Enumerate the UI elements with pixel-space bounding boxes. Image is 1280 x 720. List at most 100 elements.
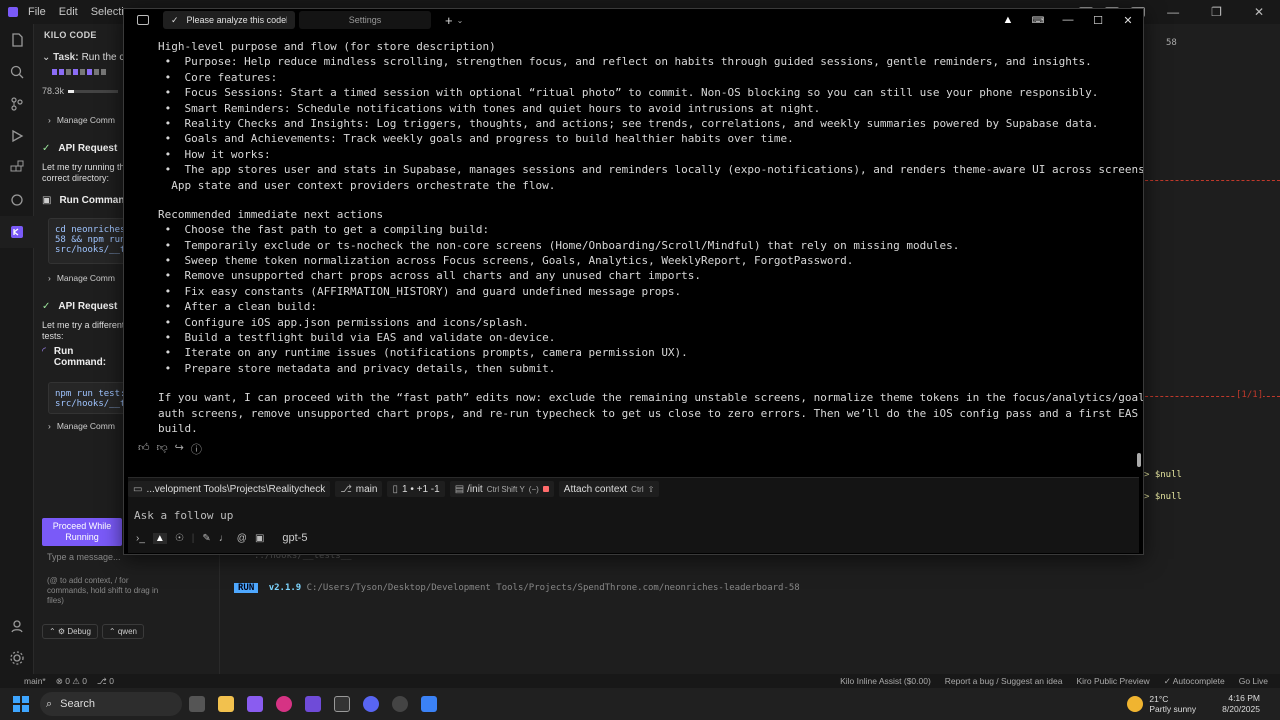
ports-status[interactable]: ⎇ 0 [97, 676, 114, 687]
account-badge-icon[interactable]: ▲ [993, 14, 1023, 26]
transcript-line: • After a clean build: [158, 300, 317, 314]
scrollbar-thumb[interactable] [1137, 453, 1141, 467]
close-button[interactable]: ✕ [1113, 14, 1143, 27]
weather-widget[interactable]: 21°C Partly sunny [1127, 694, 1196, 714]
transcript-line: auth screens, remove unsupported chart p… [158, 406, 1139, 420]
github-app-icon[interactable] [386, 690, 414, 718]
taskbar-search[interactable]: ⌕ Search [40, 692, 182, 716]
check-icon: ✓ [42, 142, 51, 154]
mention-icon[interactable]: @ [237, 533, 247, 544]
transcript-line: • Temporarily exclude or ts-nocheck the … [158, 238, 960, 252]
ide-minimize-button[interactable]: — [1167, 5, 1179, 19]
workspace-path-chip[interactable]: ▭ ...velopment Tools\Projects\Realitychec… [128, 481, 331, 497]
task-view-icon[interactable] [183, 690, 211, 718]
agent-mode-icon[interactable]: ▲ [152, 532, 167, 544]
vitest-version: v2.1.9 [268, 583, 302, 593]
start-button-icon[interactable] [13, 696, 29, 712]
run-debug-icon[interactable] [0, 120, 34, 152]
transcript-line: • Focus Sessions: Start a timed session … [158, 86, 1099, 100]
codex-app-window: ✓ Please analyze this codebase Settings … [123, 8, 1144, 555]
task-text: Run the c [81, 52, 125, 63]
minimize-button[interactable]: — [1053, 14, 1083, 26]
branch-chip[interactable]: ⎇ main [335, 481, 383, 497]
manage-label: Manage Comm [56, 115, 115, 125]
check-icon: ✓ [42, 300, 51, 312]
ide-close-button[interactable]: ✕ [1254, 5, 1264, 19]
explorer-icon[interactable] [0, 24, 34, 56]
source-control-icon[interactable] [0, 88, 34, 120]
terminal-icon: ▣ [42, 194, 52, 206]
chevron-down-icon[interactable]: ⌄ [42, 52, 53, 63]
branch-status[interactable]: main* [24, 676, 46, 687]
go-live-button[interactable]: Go Live [1239, 676, 1268, 687]
azure-app-icon[interactable] [415, 690, 443, 718]
thumbs-down-icon[interactable]: 👎︎ [157, 441, 168, 457]
transcript-line: • Configure iOS app.json permissions and… [158, 315, 529, 329]
store-app-icon[interactable] [241, 690, 269, 718]
thumbs-up-icon[interactable]: 👍︎ [138, 441, 150, 457]
assistant-transcript: High-level purpose and flow (for store d… [124, 31, 1143, 479]
clock[interactable]: 4:16 PM 8/20/2025 [1222, 693, 1260, 715]
tab-settings[interactable]: Settings [299, 11, 431, 29]
transcript-line: • Core features: [158, 70, 278, 84]
system-tray: 21°C Partly sunny 4:16 PM 8/20/2025 [1127, 693, 1280, 715]
terminal-app-icon[interactable] [328, 690, 356, 718]
run-path: C:/Users/Tyson/Desktop/Development Tools… [306, 583, 800, 593]
attach-context-chip[interactable]: Attach context Ctrl ⇧ [558, 481, 660, 497]
ide-restore-button[interactable]: ❐ [1211, 5, 1222, 19]
image-icon[interactable]: ▣ [255, 533, 264, 544]
init-command-chip[interactable]: ▤/init Ctrl Shift Y (−) [449, 481, 554, 497]
run-tag: RUN [234, 583, 259, 593]
file-explorer-icon[interactable] [212, 690, 240, 718]
menu-edit[interactable]: Edit [59, 6, 78, 18]
keyboard-icon[interactable]: ⌨ [1023, 15, 1053, 26]
extensions-icon[interactable] [0, 152, 34, 184]
fork-icon[interactable]: ↪ [175, 441, 184, 457]
account-icon[interactable] [0, 610, 34, 642]
editor-fragment: 58 [1166, 38, 1177, 48]
search-icon[interactable] [0, 56, 34, 88]
tab-conversation[interactable]: ✓ Please analyze this codebase [163, 11, 295, 29]
info-icon[interactable]: ⓘ [191, 441, 202, 457]
problems-status[interactable]: ⊗ 0 ⚠ 0 [56, 676, 87, 687]
stop-icon [542, 486, 549, 492]
terminal-mode-icon[interactable]: ›_ [136, 533, 145, 544]
chevron-right-icon: › [48, 273, 51, 283]
mode-select[interactable]: ⌃ ⚙ Debug [42, 624, 98, 639]
discord-app-icon[interactable] [357, 690, 385, 718]
kilo-code-icon[interactable] [0, 216, 34, 248]
edit-icon[interactable]: ✎ [202, 533, 210, 544]
kilo-inline-assist[interactable]: Kilo Inline Assist ($0.00) [840, 676, 931, 687]
composer-toolbar: ›_ ▲ ☉ | ✎ ♩ @ ▣ gpt-5 [136, 532, 308, 544]
mic-icon[interactable]: ♩ [219, 533, 229, 544]
autocomplete-status[interactable]: ✓ Autocomplete [1164, 676, 1225, 687]
terminal-separator [1140, 180, 1280, 181]
sidebar-title: KILO CODE [44, 30, 97, 40]
ide-logo-icon [8, 7, 18, 17]
file-icon: ▯ [392, 483, 398, 495]
maximize-button[interactable]: ☐ [1083, 14, 1113, 27]
follow-up-input[interactable]: Ask a follow up [134, 509, 1139, 522]
vscode-app-icon[interactable] [299, 690, 327, 718]
kiro-app-icon[interactable] [270, 690, 298, 718]
lightbulb-icon[interactable]: ☉ [175, 533, 184, 544]
diff-chip[interactable]: ▯ 1 • +1 -1 [387, 481, 445, 497]
model-selector[interactable]: gpt-5 [282, 532, 307, 544]
terminal-count: [1/1] [1236, 390, 1264, 400]
chevron-down-icon[interactable]: ⌄ [457, 16, 464, 25]
remote-icon[interactable] [0, 184, 34, 216]
model-select[interactable]: ⌃ qwen [101, 624, 144, 639]
transcript-line: Recommended immediate next actions [158, 207, 384, 221]
menu-file[interactable]: File [28, 6, 46, 18]
kiro-preview[interactable]: Kiro Public Preview [1076, 676, 1149, 687]
composer-context-row: ▭ ...velopment Tools\Projects\Realitychec… [128, 479, 1139, 499]
proceed-while-running-button[interactable]: Proceed While Running [42, 518, 122, 546]
transcript-line: • Goals and Achievements: Track weekly g… [158, 132, 794, 146]
temperature: 21°C [1149, 694, 1169, 704]
search-icon: ⌕ [46, 697, 53, 710]
new-tab-icon[interactable]: + [445, 13, 453, 28]
message-hint: (@ to add context, / for commands, hold s… [47, 576, 159, 605]
report-bug-link[interactable]: Report a bug / Suggest an idea [945, 676, 1063, 687]
manage-gear-icon[interactable] [0, 642, 34, 674]
sidebar-toggle-icon[interactable] [137, 15, 149, 25]
